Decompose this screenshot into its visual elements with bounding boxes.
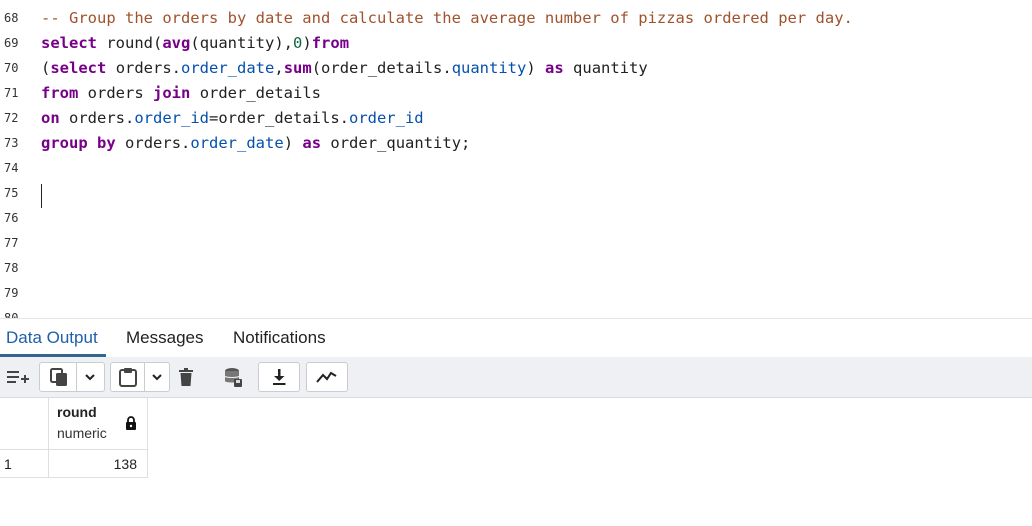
sql-column: order_id <box>134 109 209 127</box>
code-line: -- Group the orders by date and calculat… <box>41 9 853 27</box>
sql-keyword: from <box>41 84 79 102</box>
sql-function: round( <box>106 34 163 52</box>
save-data-icon <box>224 368 242 387</box>
paste-icon <box>118 368 137 387</box>
download-icon <box>273 369 286 385</box>
column-name: round <box>57 404 97 420</box>
line-number: 69 <box>4 36 19 50</box>
table-cell[interactable]: 138 <box>49 450 148 478</box>
tab-messages[interactable]: Messages <box>126 328 203 348</box>
sql-identifier: orders. <box>115 59 182 77</box>
delete-icon <box>179 368 193 386</box>
column-type: numeric <box>57 425 107 441</box>
sql-punct: , <box>274 59 284 77</box>
sql-punct: ( <box>41 59 51 77</box>
line-number: 77 <box>4 236 19 250</box>
sql-punct: ) <box>302 34 312 52</box>
save-data-button[interactable] <box>218 362 248 392</box>
add-row-icon <box>7 371 29 383</box>
copy-icon <box>49 368 67 386</box>
row-number-header[interactable] <box>0 398 49 450</box>
download-button[interactable] <box>258 362 300 392</box>
delete-button[interactable] <box>172 362 200 392</box>
sql-function: sum <box>283 59 312 77</box>
column-header-round[interactable]: round numeric <box>49 398 148 450</box>
line-number: 79 <box>4 286 19 300</box>
copy-button-group[interactable] <box>39 362 105 392</box>
tab-data-output[interactable]: Data Output <box>6 328 98 348</box>
data-output-toolbar <box>0 357 1032 398</box>
query-editor[interactable]: 68 69 70 71 72 73 74 75 76 77 78 79 80 -… <box>0 0 1032 318</box>
line-number: 80 <box>4 311 19 318</box>
code-line: (select orders.order_date,sum(order_deta… <box>41 59 648 77</box>
sql-column: order_id <box>348 109 424 127</box>
sql-column: order_date <box>190 134 284 152</box>
line-number: 72 <box>4 111 19 125</box>
line-number: 70 <box>4 61 19 75</box>
line-number: 74 <box>4 161 19 175</box>
tab-notifications[interactable]: Notifications <box>233 328 326 348</box>
code-line: on orders.order_id=order_details.order_i… <box>41 109 424 127</box>
sql-keyword: from <box>311 34 350 52</box>
output-tabs: Data Output Messages Notifications <box>0 318 1032 358</box>
line-number: 68 <box>4 11 19 25</box>
line-number: 73 <box>4 136 19 150</box>
sql-identifier: quantity <box>573 59 648 77</box>
sql-column: quantity <box>451 59 527 77</box>
chevron-down-icon <box>151 374 162 381</box>
text-cursor <box>41 184 42 208</box>
add-row-button[interactable] <box>2 362 34 392</box>
sql-keyword: group <box>41 134 88 152</box>
sql-column: order_date <box>181 59 275 77</box>
sql-keyword: select <box>41 34 97 52</box>
sql-punct: ( <box>190 34 200 52</box>
code-line: select round(avg(quantity),0)from <box>41 34 349 52</box>
graph-visualiser-button[interactable] <box>306 362 348 392</box>
sql-keyword: as <box>302 134 322 152</box>
sql-punct: ), <box>274 34 294 52</box>
sql-keyword: select <box>50 59 107 77</box>
sql-identifier: order_quantity; <box>330 134 471 152</box>
row-number[interactable]: 1 <box>0 450 49 478</box>
sql-identifier: orders. <box>125 134 191 152</box>
code-line: group by orders.order_date) as order_qua… <box>41 134 470 152</box>
paste-button-group[interactable] <box>110 362 170 392</box>
sql-keyword: by <box>97 134 116 152</box>
graph-icon <box>316 371 337 383</box>
sql-identifier: orders <box>87 84 144 102</box>
sql-identifier: quantity <box>199 34 275 52</box>
divider <box>143 362 145 392</box>
line-number: 75 <box>4 186 19 200</box>
sql-punct: ) <box>526 59 536 77</box>
sql-punct: ( <box>311 59 322 77</box>
code-line: from orders join order_details <box>41 84 321 102</box>
sql-keyword: as <box>545 59 564 77</box>
sql-identifier: =order_details. <box>209 109 349 127</box>
lock-icon <box>126 416 136 430</box>
chevron-down-icon <box>84 374 95 381</box>
line-number: 71 <box>4 86 19 100</box>
sql-function: avg <box>162 34 191 52</box>
sql-comment: -- Group the orders by date and calculat… <box>41 9 853 27</box>
sql-identifier: order_details <box>199 84 322 102</box>
line-number: 78 <box>4 261 19 275</box>
sql-identifier: order_details. <box>321 59 452 77</box>
line-number: 76 <box>4 211 19 225</box>
sql-identifier: orders. <box>69 109 135 127</box>
sql-keyword: on <box>41 109 60 127</box>
divider <box>75 362 77 392</box>
sql-punct: ) <box>283 134 294 152</box>
sql-number: 0 <box>293 34 303 52</box>
sql-keyword: join <box>153 84 191 102</box>
